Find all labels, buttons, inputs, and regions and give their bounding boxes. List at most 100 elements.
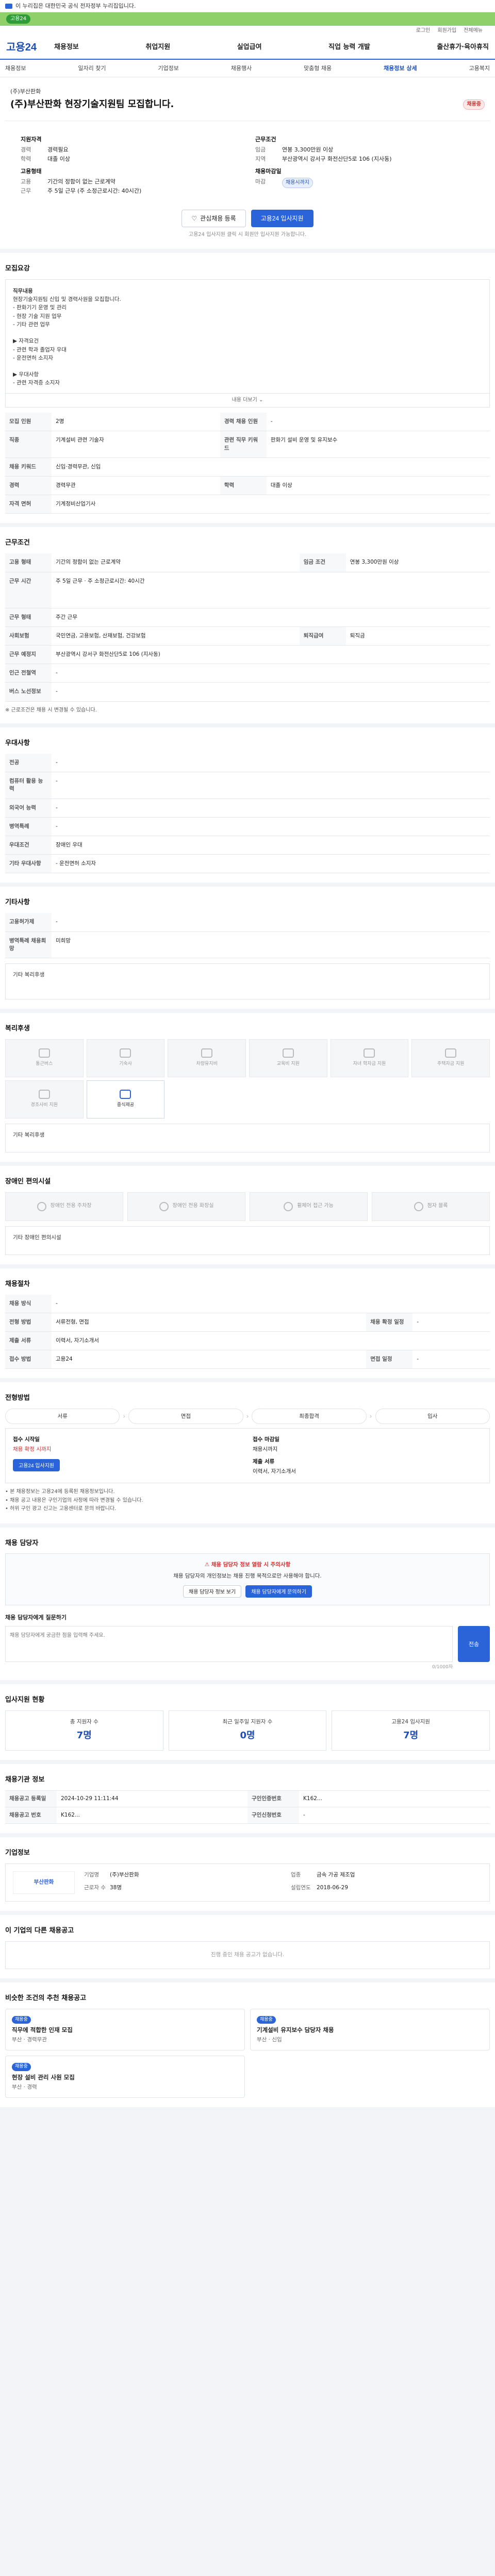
row-value: - [52, 753, 490, 773]
disabled-item: 점자 블록 [372, 1192, 490, 1221]
view-contact-button[interactable]: 채용 담당자 정보 보기 [183, 1585, 242, 1598]
section-title: 전형방법 [5, 1394, 30, 1402]
company-card: 부산판화 기업명 (주)부산판화 업종 금속 가공 제조업 근로자 수 38명 설립연… [5, 1863, 490, 1902]
char-counter: 0/1000자 [432, 1664, 453, 1670]
company-value: (주)부산판화 [110, 1871, 139, 1878]
apply-button[interactable]: 고용24 입사지원 [251, 209, 314, 227]
signup-link[interactable]: 회원가입 [437, 27, 456, 35]
duty-line: 현장기술지원팀 신입 및 경력사원을 모집합니다. [13, 296, 121, 303]
company-name[interactable]: (주)부산판화 [10, 88, 485, 96]
site-logo[interactable]: 고용24 [6, 40, 37, 55]
arrow-right-icon: › [123, 1412, 126, 1420]
work-cond-note: ※ 근로조건은 채용 시 변경될 수 있습니다. [5, 707, 97, 713]
row-value: 연봉 3,300만원 이상 [345, 553, 490, 572]
duty-line: ▶ 자격요건 [13, 338, 39, 345]
duty-box: 직무내용 현장기술지원팀 신입 및 경력사원을 모집합니다. - 판화기기 운영… [5, 279, 490, 394]
apply-now-button[interactable]: 고용24 입사지원 [13, 1459, 60, 1471]
section-title: 근무조건 [5, 539, 30, 547]
info-key: 구인신청번호 [248, 1807, 299, 1823]
stat-card: 최근 일주일 지원자 수 0명 [168, 1710, 327, 1751]
summary-key: 마감 [255, 178, 266, 185]
apply-value: 채용시까지 [253, 1446, 278, 1453]
all-menu-link[interactable]: 전체메뉴 [464, 27, 483, 35]
row-key: 학력 [220, 476, 267, 496]
welfare-label: 경조사비 지원 [30, 1103, 58, 1108]
send-button[interactable]: 전송 [458, 1625, 490, 1662]
row-value: - [52, 664, 490, 683]
summary-key: 지역 [255, 155, 266, 162]
subnav-item[interactable]: 채용정보 [5, 64, 26, 73]
contact-warning: ⚠ 채용 담당자 정보 열람 시 주의사항 [13, 1561, 482, 1569]
login-link[interactable]: 로그인 [416, 27, 431, 35]
row-value: - [52, 913, 490, 932]
subnav-item[interactable]: 채용행사 [231, 64, 252, 73]
arrow-right-icon: › [369, 1412, 372, 1420]
row-key: 전형 방법 [5, 1313, 52, 1332]
summary-heading: 채용마감일 [255, 167, 282, 175]
recommend-card[interactable]: 채용중 기계설비 유지보수 담당자 채용 부산 · 신입 [250, 2008, 490, 2051]
row-value: 주 5일 근무 · 주 소정근로시간: 40시간 [52, 572, 490, 608]
braille-icon [414, 1201, 423, 1211]
subnav-item[interactable]: 일자리 찾기 [78, 64, 106, 73]
menu-parental-leave[interactable]: 출산휴가·육아휴직 [437, 43, 489, 53]
step-item: 면접 [128, 1409, 243, 1425]
status-badge: 채용중 [463, 99, 485, 110]
service-pill[interactable]: 고용24 [6, 14, 31, 24]
favorite-button[interactable]: ♡ 관심채용 등록 [182, 209, 246, 227]
inquiry-input[interactable] [5, 1625, 453, 1662]
row-key: 기타 우대사항 [5, 854, 52, 874]
menu-employment-support[interactable]: 취업지원 [145, 43, 170, 53]
menu-vocational-training[interactable]: 직업 능력 개발 [328, 43, 370, 53]
recommend-card[interactable]: 채용중 현장 설비 관리 사원 모집 부산 · 경력 [5, 2056, 245, 2098]
table-row: 인근 전철역 - [5, 664, 490, 683]
menu-job-info[interactable]: 채용정보 [54, 43, 79, 53]
process-table: 채용 방식 - 전형 방법 서류전형, 면접 채용 확정 일정 - 제출 서류 이력서, … [5, 1294, 490, 1369]
more-button[interactable]: 내용 더보기 ⌄ [5, 393, 490, 408]
row-value: 고용24 [52, 1350, 367, 1369]
row-key: 병역특례 채용희망 [5, 931, 52, 958]
table-row: 직종 기계설비 관련 기술자 관련 직무 키워드 판화기 설비 운영 및 유지보수 [5, 431, 490, 458]
summary-key: 경력 [21, 146, 31, 153]
ask-contact-button[interactable]: 채용 담당자에게 문의하기 [245, 1585, 312, 1598]
summary-key: 임금 [255, 146, 266, 153]
section-title: 모집요강 [5, 265, 30, 273]
duty-line: - 현장 기술 지원 업무 [13, 313, 62, 319]
prefs-table: 전공 - 컴퓨터 활용 능력 - 외국어 능력 - 병역특례 - 우대조건 장애인 우대 … [5, 753, 490, 874]
menu-unemployment-benefit[interactable]: 실업급여 [237, 43, 262, 53]
row-value: - [52, 772, 490, 799]
apply-value: 이력서, 자기소개서 [253, 1468, 296, 1475]
apply-note-item: 허위 구인 광고 신고는 고용센터로 문의 바랍니다. [5, 1505, 490, 1513]
contact-actions: 채용 담당자 정보 보기 채용 담당자에게 문의하기 [13, 1585, 482, 1598]
company-section: 기업정보 부산판화 기업명 (주)부산판화 업종 금속 가공 제조업 근로자 수 38… [0, 1833, 495, 1911]
apply-panel: 접수 시작일 채용 확정 시까지 고용24 입사지원 접수 마감일 채용시까지 … [5, 1428, 490, 1484]
subnav-item[interactable]: 기업정보 [158, 64, 178, 73]
service-bar: 고용24 [0, 12, 495, 26]
disabled-item: 휠체어 접근 가능 [250, 1192, 368, 1221]
summary-value: 대졸 이상 [47, 155, 70, 162]
subnav-item[interactable]: 맞춤형 채용 [304, 64, 332, 73]
disabled-label: 점자 블록 [427, 1203, 448, 1209]
car-icon [201, 1048, 213, 1058]
table-row: 자격 면허 기계정비산업기사 [5, 495, 490, 514]
company-key: 기업명 [84, 1871, 99, 1878]
recommend-card[interactable]: 채용중 직무에 적합한 인재 모집 부산 · 경력무관 [5, 2008, 245, 2051]
subnav-item-active[interactable]: 채용정보 상세 [384, 64, 417, 73]
row-key: 근무 시간 [5, 572, 52, 608]
meal-icon [120, 1090, 131, 1099]
info-value: 2024-10-29 11:11:44 [61, 1795, 119, 1802]
company-info-grid: 기업명 (주)부산판화 업종 금속 가공 제조업 근로자 수 38명 설립연도 2018… [84, 1871, 482, 1894]
row-key: 직종 [5, 431, 52, 458]
recommend-meta: 부산 · 신입 [257, 2037, 282, 2043]
alert-icon: ⚠ [204, 1562, 210, 1568]
footer-spacer [0, 2107, 495, 2128]
row-key: 접수 방법 [5, 1350, 52, 1369]
duty-line: ▶ 우대사항 [13, 371, 39, 378]
row-key: 경력 [5, 476, 52, 496]
row-key: 버스 노선정보 [5, 682, 52, 702]
info-row: 채용공고 등록일 2024-10-29 11:11:44 [5, 1790, 248, 1807]
summary-value: 기간의 정함이 없는 근로계약 [47, 178, 116, 185]
heart-icon: ♡ [191, 214, 197, 222]
stat-card: 총 지원자 수 7명 [5, 1710, 163, 1751]
subnav-item[interactable]: 고용복지 [469, 64, 489, 73]
welfare-item: 기숙사 [86, 1039, 165, 1077]
